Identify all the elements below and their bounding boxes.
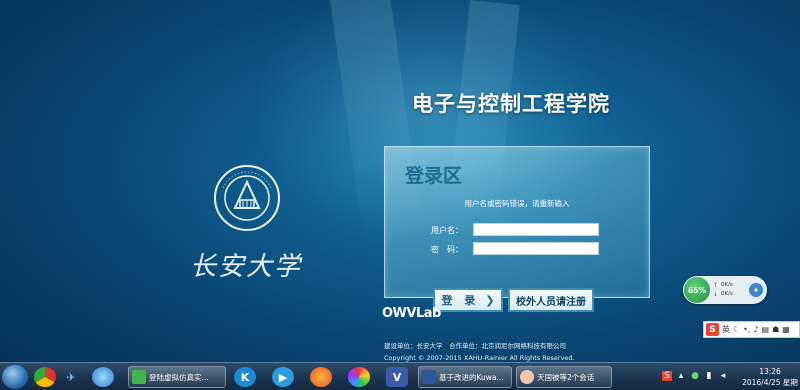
kugou-icon[interactable]: K [234, 367, 256, 387]
color-wheel-icon[interactable] [348, 367, 370, 387]
punctuation-icon[interactable]: •, [743, 325, 750, 334]
footer-copyright: Copyright © 2007-2015 XAHU-Rainier All R… [384, 354, 575, 362]
sogou-tray-icon[interactable]: S [662, 371, 672, 381]
username-input[interactable] [473, 223, 599, 236]
task-label: 基于改进的Kuwa... [439, 372, 504, 382]
taskbar-task-word-doc[interactable]: 基于改进的Kuwa... [418, 366, 512, 388]
video-player-icon[interactable]: ▶ [272, 367, 294, 387]
taskbar-task-chat[interactable]: 天国被等2个会话 [516, 366, 612, 388]
moon-icon[interactable]: ☾ [733, 325, 740, 334]
login-page-background: 电子与控制工程学院 长安大学 登录区 用户名或密码错误，请重新输入 用户名： 密… [0, 0, 800, 362]
keyboard-icon[interactable]: ▤ [762, 325, 770, 334]
login-panel: 登录区 用户名或密码错误，请重新输入 用户名： 密 码： [384, 146, 650, 298]
clock-time: 13:26 [759, 367, 781, 376]
footer-credits: 建设单位：长安大学 合作单位：北京润尼尔网络科技有限公司 [384, 342, 566, 350]
start-button[interactable] [2, 365, 28, 389]
password-input[interactable] [473, 242, 599, 255]
clock-date: 2016/4/25 星期一 [742, 378, 798, 390]
chevron-up-icon[interactable]: ▴ [676, 371, 686, 381]
upload-rate: 0K/s [721, 282, 733, 288]
qq-icon[interactable] [92, 367, 114, 387]
chevron-right-icon: ❯ [485, 293, 495, 307]
taskbar-task-virtual-lab[interactable]: 登陆虚拟仿真实... [128, 366, 226, 388]
browser-icon [132, 370, 146, 384]
download-rate: 0K/s [721, 291, 733, 297]
volume-icon[interactable]: ◂ [718, 371, 728, 381]
university-emblem-icon [214, 165, 280, 231]
sogou-logo-icon[interactable]: S [706, 323, 719, 336]
login-button-label: 登 录 [441, 294, 480, 307]
task-label: 天国被等2个会话 [537, 372, 595, 382]
ime-mode[interactable]: 英 [722, 324, 730, 335]
chrome-icon[interactable] [34, 367, 56, 387]
task-label: 登陆虚拟仿真实... [149, 372, 209, 382]
bird-icon[interactable]: ✈ [60, 367, 82, 387]
login-panel-title: 登录区 [405, 165, 463, 187]
taskbar: ✈ 登陆虚拟仿真实... K ▶ V 基于改进的Kuwa... 天国被等2个会话… [0, 362, 800, 390]
tools-icon[interactable]: ▦ [782, 325, 790, 334]
page-title: 电子与控制工程学院 [412, 91, 610, 116]
network-tray-icon[interactable]: ▮ [704, 371, 714, 381]
network-speed-widget[interactable]: 65% ↑ 0K/s ↓ 0K/s ✦ [683, 276, 767, 304]
chat-avatar-icon [520, 370, 534, 384]
word-icon [422, 370, 436, 384]
university-name: 长安大学 [190, 252, 303, 282]
visio-icon[interactable]: V [386, 367, 408, 387]
register-button[interactable]: 校外人员请注册 [508, 288, 594, 312]
mic-icon[interactable]: ♪ [753, 325, 758, 334]
ime-toolbar[interactable]: S 英 ☾ •, ♪ ▤ ☗ ▦ [703, 321, 800, 338]
login-button[interactable]: 登 录 ❯ [433, 288, 503, 312]
arrow-down-icon: ↓ [713, 291, 719, 298]
password-label: 密 码： [431, 245, 463, 254]
system-clock[interactable]: 13:26 2016/4/25 星期一 [740, 366, 800, 390]
arrow-up-icon: ↑ [713, 282, 719, 289]
speedup-icon[interactable]: ✦ [749, 283, 763, 297]
security-tray-icon[interactable]: ● [690, 371, 700, 381]
error-message: 用户名或密码错误，请重新输入 [464, 199, 570, 208]
skin-icon[interactable]: ☗ [772, 325, 779, 334]
owvlab-logo: OWVLab [382, 306, 441, 321]
username-label: 用户名： [431, 226, 463, 235]
memory-usage-percent: 65% [684, 277, 710, 303]
firefox-icon[interactable] [310, 367, 332, 387]
